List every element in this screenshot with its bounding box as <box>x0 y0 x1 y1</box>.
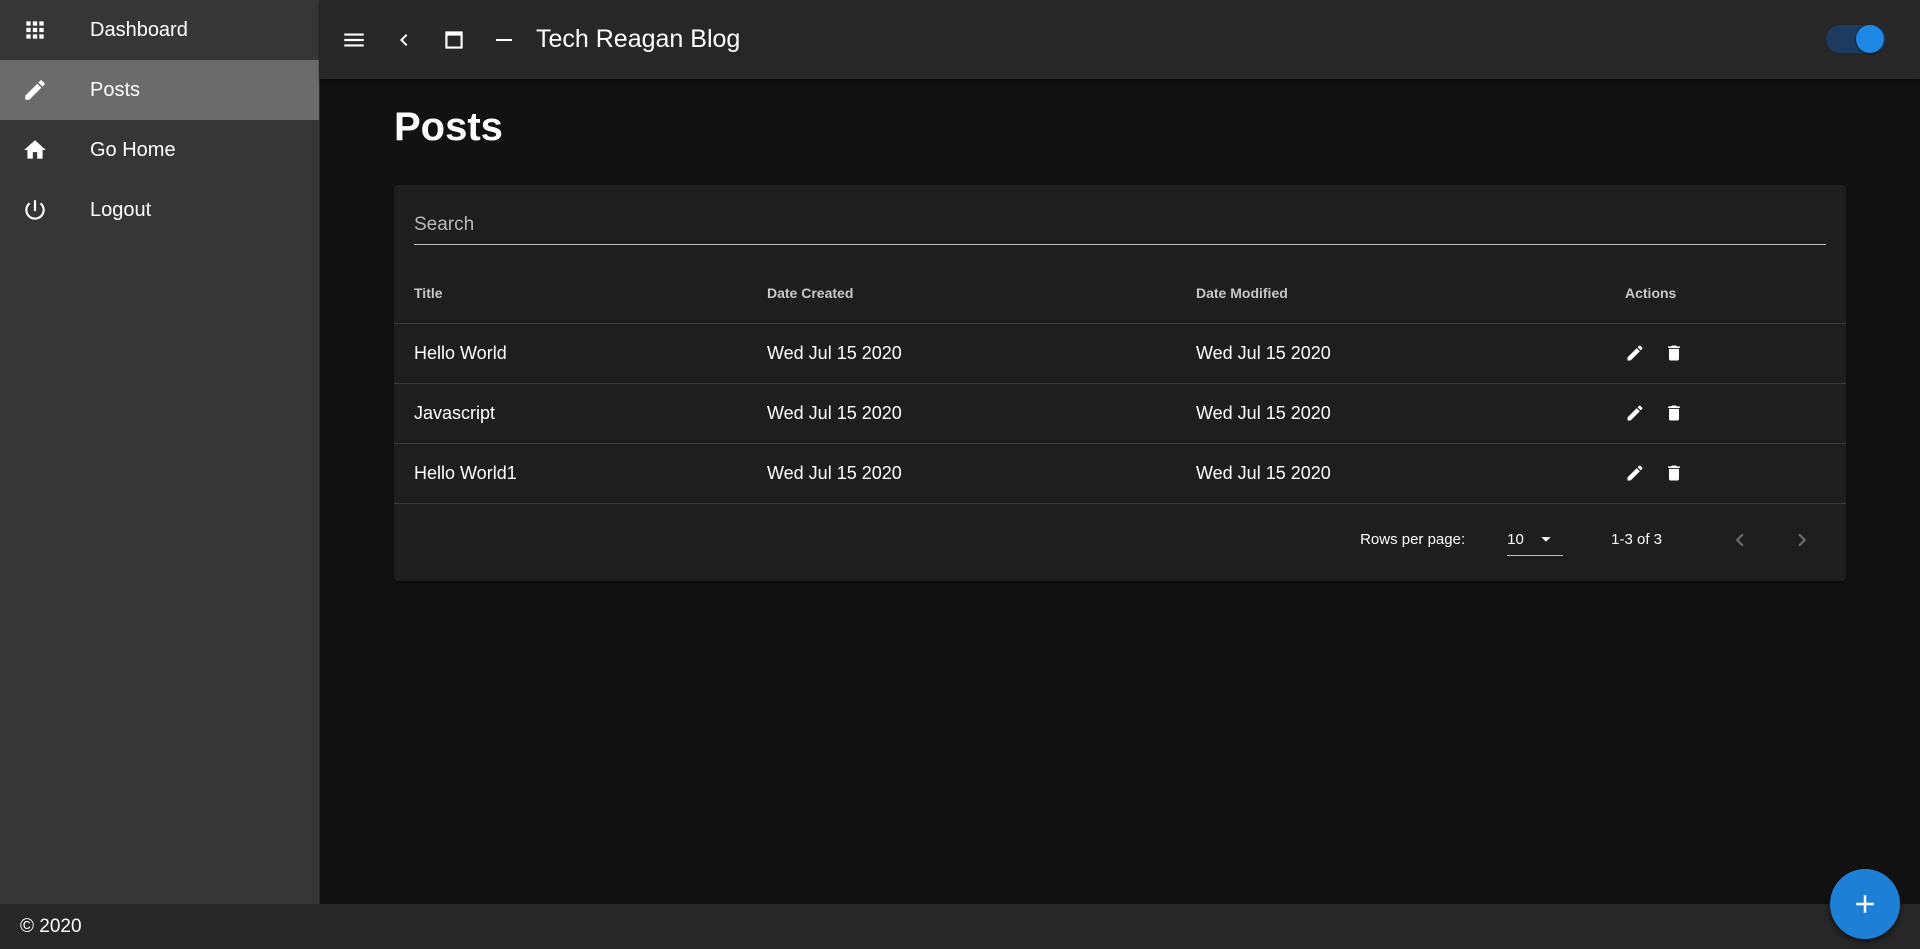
search-container <box>394 185 1846 245</box>
column-header-title[interactable]: Title <box>394 263 747 324</box>
minimize-button[interactable] <box>480 16 528 64</box>
date-modified-cell: Wed Jul 15 2020 <box>1176 443 1605 504</box>
sidebar-item-go-home[interactable]: Go Home <box>0 120 319 180</box>
home-icon <box>0 137 70 163</box>
app-title: Tech Reagan Blog <box>536 25 741 53</box>
sidebar: Dashboard Posts Go Home Logout <box>0 0 320 904</box>
date-modified-cell: Wed Jul 15 2020 <box>1176 323 1605 384</box>
menu-icon <box>344 33 364 46</box>
post-title-cell: Hello World1 <box>394 443 747 504</box>
actions-cell <box>1605 323 1846 384</box>
pencil-icon <box>1627 465 1643 481</box>
pagination-bar: Rows per page: 10 1-3 of 3 <box>394 504 1846 576</box>
sidebar-item-dashboard[interactable]: Dashboard <box>0 0 319 60</box>
delete-button[interactable] <box>1664 458 1698 488</box>
table-header-row: Title Date Created Date Modified Actions <box>394 263 1846 324</box>
chevron-left-icon <box>1735 533 1744 546</box>
posts-table-card: Title Date Created Date Modified Actions… <box>394 185 1846 581</box>
trash-icon <box>1668 405 1680 421</box>
post-title-cell: Hello World <box>394 323 747 384</box>
posts-table: Title Date Created Date Modified Actions… <box>394 263 1846 504</box>
delete-button[interactable] <box>1664 398 1698 428</box>
sidebar-item-posts[interactable]: Posts <box>0 60 319 120</box>
window-maximize-icon <box>445 30 463 49</box>
sidebar-item-label: Go Home <box>90 138 176 161</box>
toggle-thumb <box>1856 25 1884 53</box>
column-header-date-modified[interactable]: Date Modified <box>1176 263 1605 324</box>
rows-per-page-label: Rows per page: <box>1360 531 1466 548</box>
chevron-left-icon <box>400 33 408 46</box>
table-row: Hello World1 Wed Jul 15 2020 Wed Jul 15 … <box>394 443 1846 504</box>
theme-toggle[interactable] <box>1826 21 1886 57</box>
trash-icon <box>1668 345 1680 361</box>
next-page-button[interactable] <box>1778 516 1826 564</box>
date-created-cell: Wed Jul 15 2020 <box>747 383 1176 444</box>
pencil-icon <box>0 77 70 103</box>
date-created-cell: Wed Jul 15 2020 <box>747 443 1176 504</box>
search-input[interactable] <box>414 205 1826 245</box>
footer: © 2020 <box>0 904 1920 949</box>
sidebar-item-logout[interactable]: Logout <box>0 180 319 240</box>
pagination-range: 1-3 of 3 <box>1611 531 1662 548</box>
column-header-date-created[interactable]: Date Created <box>747 263 1176 324</box>
post-title-cell: Javascript <box>394 383 747 444</box>
back-button[interactable] <box>380 16 428 64</box>
edit-button[interactable] <box>1625 398 1659 428</box>
actions-cell <box>1605 383 1846 444</box>
power-icon <box>0 197 70 223</box>
app-bar: Tech Reagan Blog <box>320 0 1920 79</box>
table-row: Javascript Wed Jul 15 2020 Wed Jul 15 20… <box>394 383 1846 444</box>
sidebar-item-label: Dashboard <box>90 18 188 41</box>
pencil-icon <box>1627 345 1643 361</box>
delete-button[interactable] <box>1664 338 1698 368</box>
dropdown-arrow-icon <box>1541 537 1551 542</box>
sidebar-item-label: Logout <box>90 198 152 221</box>
menu-button[interactable] <box>330 16 378 64</box>
plus-icon <box>1856 895 1874 913</box>
table-row: Hello World Wed Jul 15 2020 Wed Jul 15 2… <box>394 323 1846 384</box>
rows-per-page-value: 10 <box>1507 530 1524 548</box>
pencil-icon <box>1627 405 1643 421</box>
edit-button[interactable] <box>1625 458 1659 488</box>
page-title: Posts <box>394 105 503 149</box>
maximize-button[interactable] <box>430 16 478 64</box>
main-content: Posts Title Date Created Date Modified A… <box>394 79 1846 581</box>
apps-grid-icon <box>0 17 70 43</box>
edit-button[interactable] <box>1625 338 1659 368</box>
actions-cell <box>1605 443 1846 504</box>
date-created-cell: Wed Jul 15 2020 <box>747 323 1176 384</box>
previous-page-button[interactable] <box>1716 516 1764 564</box>
minus-icon <box>496 38 512 41</box>
column-header-actions: Actions <box>1605 263 1846 324</box>
sidebar-item-label: Posts <box>90 78 141 101</box>
chevron-right-icon <box>1798 533 1807 546</box>
copyright-text: © 2020 <box>20 915 82 937</box>
trash-icon <box>1668 465 1680 481</box>
date-modified-cell: Wed Jul 15 2020 <box>1176 383 1605 444</box>
add-post-button[interactable] <box>1830 869 1900 939</box>
rows-per-page-select[interactable]: 10 <box>1507 524 1564 556</box>
